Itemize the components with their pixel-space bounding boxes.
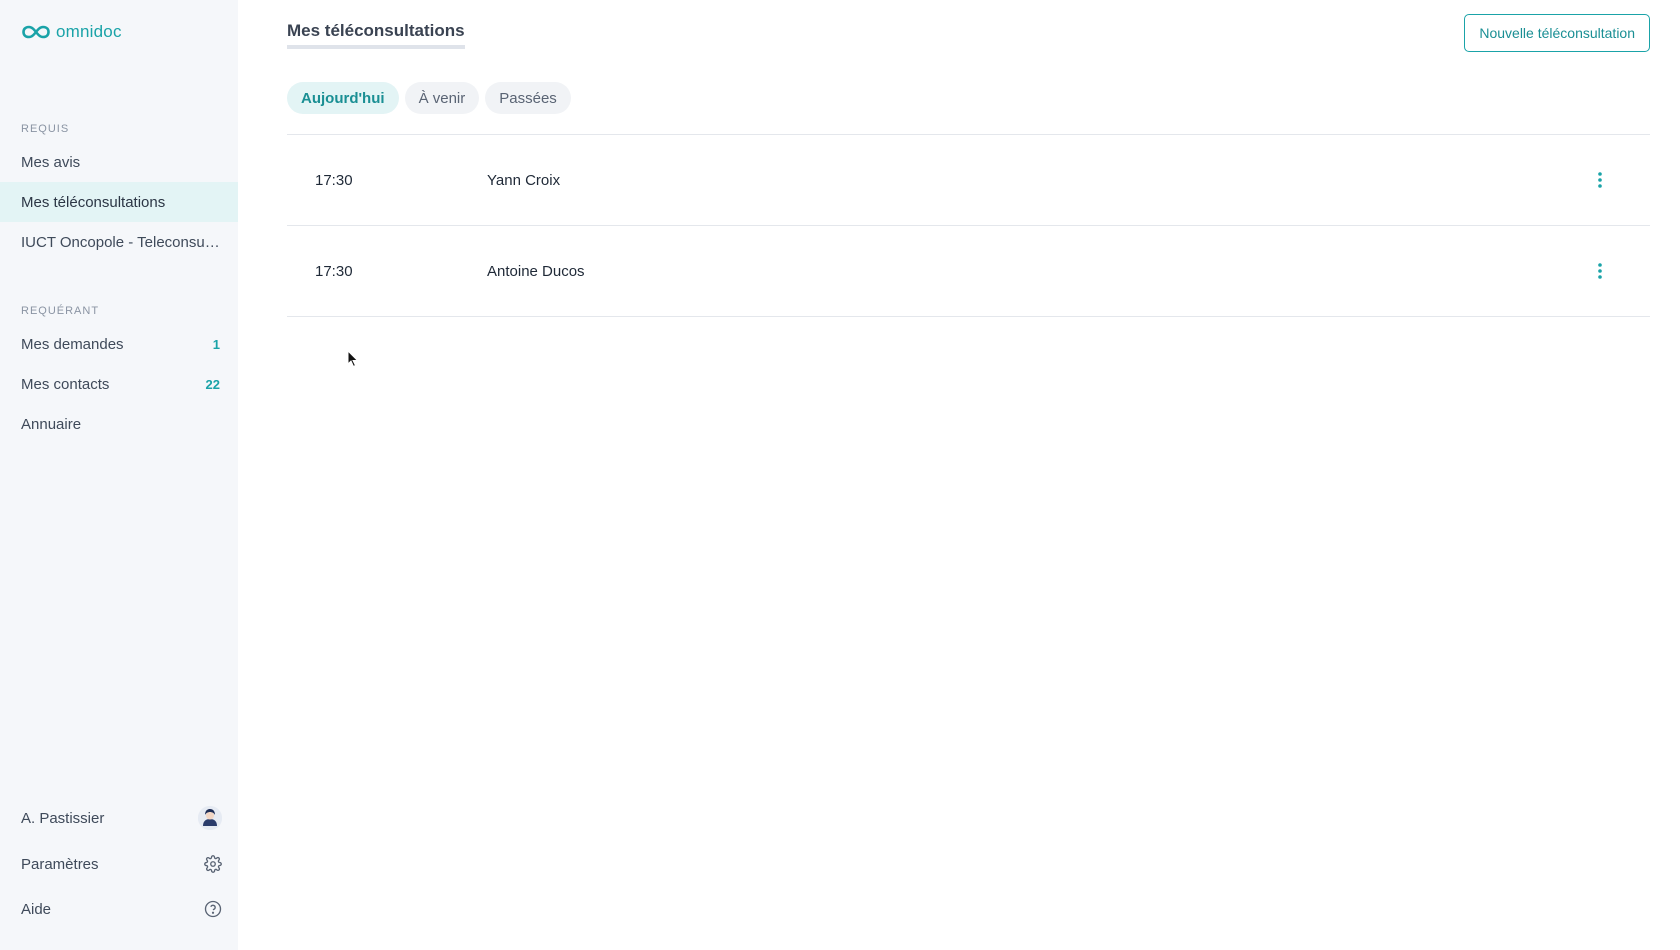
table-row[interactable]: 17:30 Antoine Ducos <box>287 226 1650 317</box>
row-menu-button[interactable] <box>1588 168 1612 192</box>
omnidoc-logo[interactable]: omnidoc <box>22 22 122 42</box>
new-teleconsultation-button[interactable]: Nouvelle téléconsultation <box>1464 14 1650 52</box>
sidebar-item-label: Mes téléconsultations <box>21 193 166 211</box>
logo-text: omnidoc <box>56 22 122 41</box>
row-patient-name: Yann Croix <box>487 171 561 189</box>
omnidoc-logo-icon <box>22 25 50 39</box>
sidebar-item-mes-contacts[interactable]: Mes contacts 22 <box>0 364 238 404</box>
row-menu-button[interactable] <box>1588 259 1612 283</box>
section-label-requerant: REQUÉRANT <box>21 305 100 317</box>
sidebar-item-label: Mes contacts <box>21 375 110 393</box>
sidebar-item-label: Mes avis <box>21 153 81 171</box>
row-patient-name: Antoine Ducos <box>487 262 585 280</box>
gear-icon <box>204 855 222 873</box>
teleconsultation-list: 17:30 Yann Croix 17:30 Antoine Ducos <box>287 134 1650 317</box>
mouse-cursor-icon <box>347 350 359 368</box>
main-content: Mes téléconsultations Nouvelle téléconsu… <box>287 0 1650 950</box>
avatar-icon <box>198 806 222 830</box>
page-title: Mes téléconsultations <box>287 21 465 49</box>
user-menu[interactable]: A. Pastissier <box>0 798 238 838</box>
sidebar: omnidoc REQUIS Mes avis Mes téléconsulta… <box>0 0 238 950</box>
sidebar-item-label: IUCT Oncopole - Teleconsult... <box>21 233 220 251</box>
user-name: A. Pastissier <box>21 809 105 827</box>
table-row[interactable]: 17:30 Yann Croix <box>287 135 1650 226</box>
avatar <box>198 806 222 830</box>
kebab-menu-icon <box>1598 263 1602 279</box>
tab-past[interactable]: Passées <box>485 82 571 114</box>
sidebar-item-label: Annuaire <box>21 415 82 433</box>
kebab-menu-icon <box>1598 172 1602 188</box>
sidebar-item-mes-demandes[interactable]: Mes demandes 1 <box>0 324 238 364</box>
sidebar-item-annuaire[interactable]: Annuaire <box>0 404 238 444</box>
settings-item[interactable]: Paramètres <box>0 844 238 884</box>
sidebar-item-label: Mes demandes <box>21 335 124 353</box>
row-time: 17:30 <box>315 171 353 189</box>
help-label: Aide <box>21 900 52 918</box>
count-badge: 1 <box>212 336 220 352</box>
row-time: 17:30 <box>315 262 353 280</box>
help-item[interactable]: Aide <box>0 889 238 929</box>
sidebar-item-iuct-oncopole[interactable]: IUCT Oncopole - Teleconsult... <box>0 222 238 262</box>
sidebar-item-mes-teleconsultations[interactable]: Mes téléconsultations <box>0 182 238 222</box>
settings-label: Paramètres <box>21 855 99 873</box>
count-badge: 22 <box>205 376 220 392</box>
sidebar-item-mes-avis[interactable]: Mes avis <box>0 142 238 182</box>
help-circle-icon <box>204 900 222 918</box>
section-label-requis: REQUIS <box>21 123 70 135</box>
tab-today[interactable]: Aujourd'hui <box>287 82 399 114</box>
tab-bar: Aujourd'hui À venir Passées <box>287 82 571 114</box>
tab-upcoming[interactable]: À venir <box>404 82 480 114</box>
